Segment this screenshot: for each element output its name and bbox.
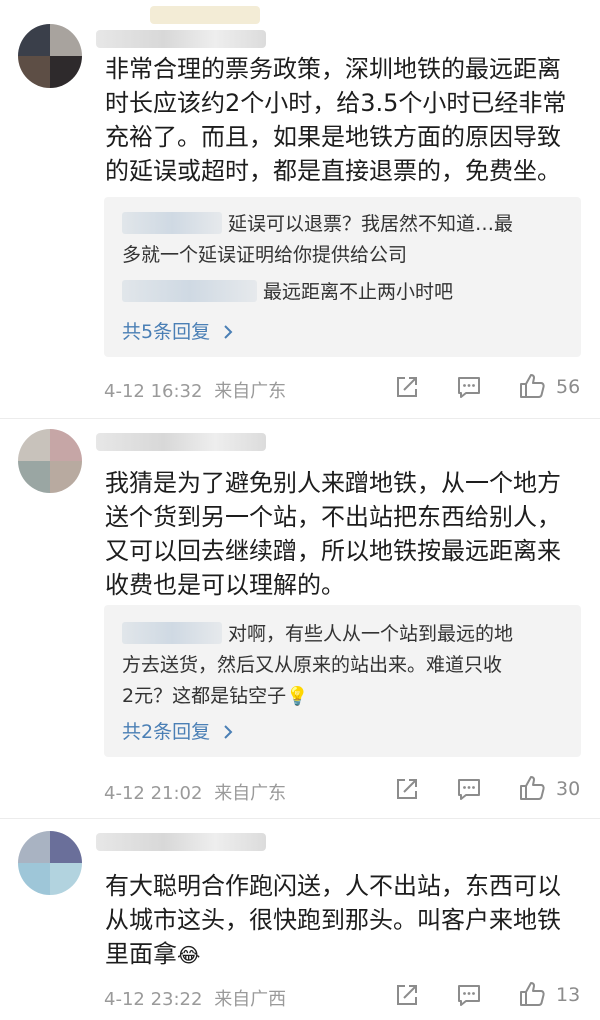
comment-text: 非常合理的票务政策，深圳地铁的最远距离 时长应该约2个小时，给3.5个小时已经非…: [105, 55, 567, 185]
share-button[interactable]: [394, 982, 420, 1012]
reply-item[interactable]: 延误可以退票？我居然不知道…最 多就一个延误证明给你提供给公司: [122, 209, 567, 271]
username-blurred: [150, 6, 260, 24]
chevron-right-icon: [224, 725, 233, 739]
reply-username-blurred: [122, 280, 257, 302]
like-button[interactable]: [518, 980, 546, 1012]
thumbs-up-icon: [520, 374, 545, 398]
avatar[interactable]: [18, 429, 82, 493]
comment-time: 4-12 21:02: [104, 783, 203, 804]
thumbs-up-icon: [520, 776, 545, 800]
avatar[interactable]: [18, 831, 82, 895]
username-blurred[interactable]: [96, 433, 266, 451]
like-button[interactable]: [518, 372, 546, 404]
comment-icon: [458, 377, 480, 398]
share-icon: [397, 377, 417, 397]
like-count: 13: [556, 984, 581, 1006]
reply-username-blurred: [122, 212, 222, 234]
comment-item: 我猜是为了避免别人来蹭地铁，从一个地方 送个货到另一个站，不出站把东西给别人， …: [0, 419, 600, 819]
reply-username-blurred: [122, 622, 222, 644]
comment-meta: 4-12 16:32 来自广东: [104, 377, 286, 403]
comment-meta: 4-12 23:22 来自广西: [104, 985, 286, 1011]
comment-item: 非常合理的票务政策，深圳地铁的最远距离 时长应该约2个小时，给3.5个小时已经非…: [0, 0, 600, 420]
comment-icon: [458, 779, 480, 800]
comment-source: 来自广东: [214, 381, 287, 402]
share-button[interactable]: [394, 374, 420, 404]
comment-button[interactable]: [456, 374, 482, 404]
comment-text: 我猜是为了避免别人来蹭地铁，从一个地方 送个货到另一个站，不出站把东西给别人， …: [105, 469, 561, 599]
thumbs-up-icon: [520, 982, 545, 1006]
lightbulb-emoji-icon: 💡: [286, 686, 309, 707]
share-icon: [397, 779, 417, 799]
comment-button[interactable]: [456, 776, 482, 806]
share-button[interactable]: [394, 776, 420, 806]
comment-time: 4-12 16:32: [104, 381, 203, 402]
avatar[interactable]: [18, 24, 82, 88]
like-count: 56: [556, 376, 581, 398]
share-icon: [397, 985, 417, 1005]
comment-item: 有大聪明合作跑闪送，人不出站，东西可以 从城市这头，很快跑到那头。叫客户来地铁 …: [0, 819, 600, 1020]
reply-section: 延误可以退票？我居然不知道…最 多就一个延误证明给你提供给公司 最远距离不止两小…: [104, 197, 581, 357]
chevron-right-icon: [224, 325, 233, 339]
comment-meta: 4-12 21:02 来自广东: [104, 779, 286, 805]
username-blurred[interactable]: [96, 30, 266, 48]
reply-item[interactable]: 对啊，有些人从一个站到最远的地 方去送货，然后又从原来的站出来。难道只收 2元？…: [122, 619, 567, 712]
reply-section: 对啊，有些人从一个站到最远的地 方去送货，然后又从原来的站出来。难道只收 2元？…: [104, 605, 581, 757]
comment-button[interactable]: [456, 982, 482, 1012]
like-count: 30: [556, 778, 581, 800]
more-replies-link[interactable]: 共2条回复: [122, 717, 234, 744]
like-button[interactable]: [518, 774, 546, 806]
more-replies-link[interactable]: 共5条回复: [122, 317, 234, 344]
comment-text: 有大聪明合作跑闪送，人不出站，东西可以 从城市这头，很快跑到那头。叫客户来地铁 …: [105, 869, 600, 972]
comment-icon: [458, 985, 480, 1006]
laughing-tears-emoji-icon: 😂: [177, 943, 201, 967]
reply-item[interactable]: 最远距离不止两小时吧: [122, 277, 567, 308]
comment-source: 来自广东: [214, 783, 287, 804]
comment-source: 来自广西: [214, 989, 287, 1010]
username-blurred[interactable]: [96, 833, 266, 851]
comment-time: 4-12 23:22: [104, 989, 203, 1010]
